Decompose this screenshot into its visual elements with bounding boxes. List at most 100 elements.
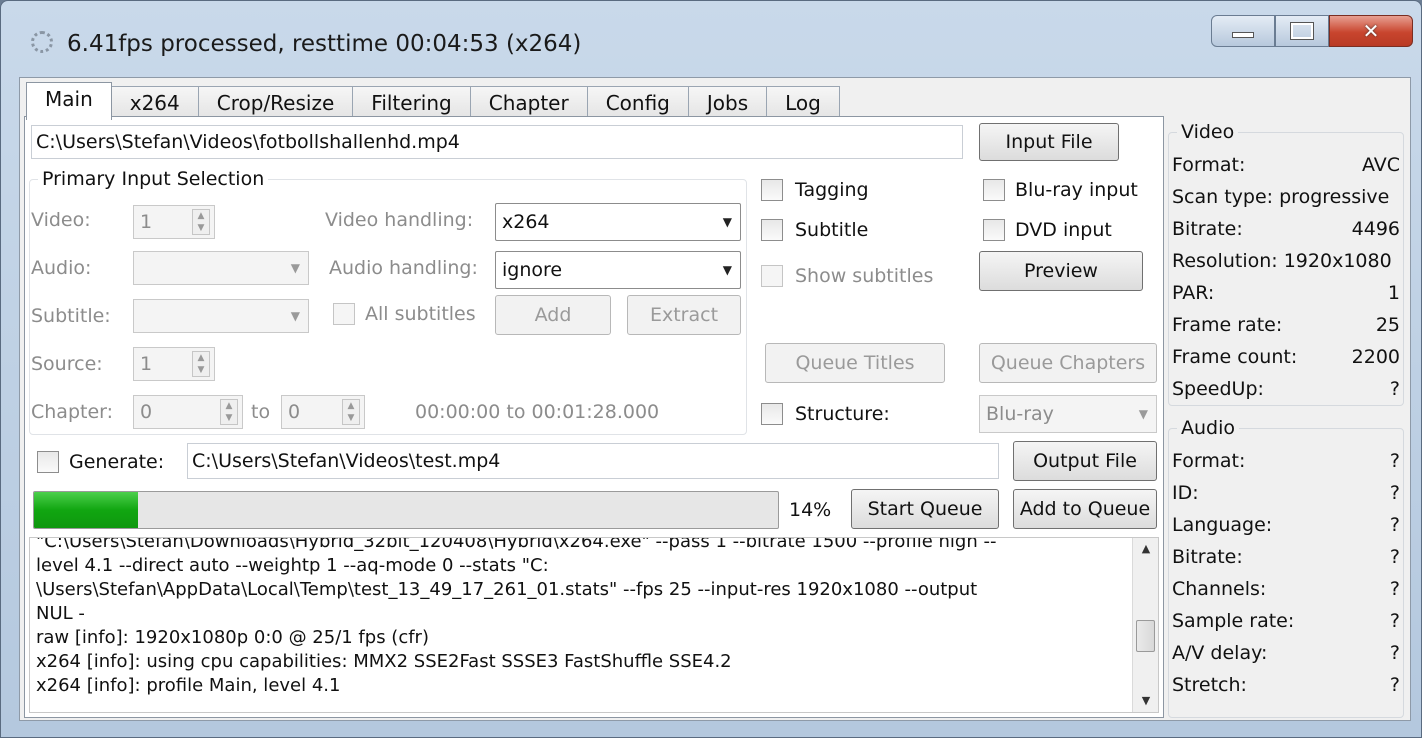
video-handling-combo[interactable]: x264 ▼ (495, 203, 741, 241)
subtitle-track-combo[interactable]: ▼ (133, 299, 309, 333)
generate-label: Generate: (69, 451, 165, 473)
info-value: ? (1389, 482, 1400, 504)
generate-checkbox[interactable] (37, 451, 59, 473)
subtitle-checkbox[interactable] (761, 219, 783, 241)
title-bar[interactable]: 6.41fps processed, resttime 00:04:53 (x2… (1, 1, 1421, 77)
log-output[interactable]: "C:\Users\Stefan\Downloads\Hybrid_32bit_… (29, 537, 1159, 713)
bluray-input-checkbox[interactable] (983, 179, 1005, 201)
video-info-title: Video (1177, 121, 1239, 143)
progress-percent: 14% (789, 499, 832, 521)
tab-chapter[interactable]: Chapter (469, 86, 588, 120)
video-track-value: 1 (140, 211, 153, 233)
video-info-row: Resolution: 1920x1080 (1172, 250, 1400, 272)
info-value: 4496 (1351, 218, 1400, 240)
video-info-row: Frame rate: 25 (1172, 314, 1400, 336)
extract-subtitle-button[interactable]: Extract (627, 295, 741, 335)
maximize-button[interactable] (1275, 15, 1329, 47)
minimize-button[interactable] (1211, 15, 1275, 47)
log-line: \Users\Stefan\AppData\Local\Temp\test_13… (36, 579, 978, 600)
tab-main[interactable]: Main (26, 82, 112, 120)
tab-jobs[interactable]: Jobs (687, 86, 768, 120)
all-subtitles-checkbox[interactable] (333, 303, 355, 325)
preview-button[interactable]: Preview (979, 251, 1143, 291)
audio-label: Audio: (31, 257, 92, 279)
video-info-panel: Video Format: AVC Scan type: progressive … (1168, 121, 1404, 408)
add-subtitle-button[interactable]: Add (495, 295, 611, 335)
queue-titles-button[interactable]: Queue Titles (765, 343, 945, 383)
subtitle-label: Subtitle: (31, 305, 111, 327)
tab-crop-resize[interactable]: Crop/Resize (197, 86, 354, 120)
info-label: Scan type: progressive (1172, 186, 1390, 208)
audio-handling-combo[interactable]: ignore ▼ (495, 251, 741, 289)
audio-info-row: Sample rate:? (1172, 610, 1400, 632)
video-info-row: SpeedUp:? (1172, 378, 1400, 400)
tab-config[interactable]: Config (586, 86, 689, 120)
audio-info-row: Stretch:? (1172, 674, 1400, 696)
info-label: Channels: (1172, 578, 1267, 600)
chapter-time-range: 00:00:00 to 00:01:28.000 (415, 401, 660, 423)
dropdown-arrow-icon: ▼ (290, 261, 300, 275)
input-file-button[interactable]: Input File (979, 123, 1119, 161)
scroll-thumb[interactable] (1136, 620, 1155, 652)
log-line: "C:\Users\Stefan\Downloads\Hybrid_32bit_… (36, 537, 997, 552)
structure-checkbox[interactable] (761, 403, 783, 425)
tagging-checkbox[interactable] (761, 179, 783, 201)
window-title: 6.41fps processed, resttime 00:04:53 (x2… (67, 31, 582, 57)
encode-progress-bar (33, 491, 779, 529)
show-subtitles-checkbox[interactable] (761, 265, 783, 287)
tab-filtering[interactable]: Filtering (352, 86, 471, 120)
dropdown-arrow-icon: ▼ (290, 309, 300, 323)
spinner-arrows-icon[interactable]: ▲ ▼ (220, 399, 238, 425)
output-file-button[interactable]: Output File (1013, 441, 1157, 481)
spinner-arrows-icon[interactable]: ▲ ▼ (342, 399, 360, 425)
add-to-queue-button[interactable]: Add to Queue (1013, 489, 1157, 529)
audio-track-combo[interactable]: ▼ (133, 251, 309, 285)
chapter-to-spinner[interactable]: 0 ▲ ▼ (281, 395, 365, 429)
chapter-from-spinner[interactable]: 0 ▲ ▼ (133, 395, 243, 429)
info-value: 2200 (1351, 346, 1400, 368)
audio-info-row: ID:? (1172, 482, 1400, 504)
primary-input-group-title: Primary Input Selection (38, 168, 269, 190)
video-info-row: Scan type: progressive (1172, 186, 1400, 208)
chapter-from-value: 0 (140, 401, 153, 423)
video-info-row: Bitrate: 4496 (1172, 218, 1400, 240)
caption-buttons: ✕ (1211, 15, 1413, 49)
output-path-field[interactable]: C:\Users\Stefan\Videos\test.mp4 (187, 443, 999, 479)
spinner-arrows-icon[interactable]: ▲ ▼ (192, 209, 210, 235)
scroll-up-icon[interactable]: ▲ (1133, 538, 1158, 560)
close-button[interactable]: ✕ (1329, 15, 1413, 47)
info-label: ID: (1172, 482, 1199, 504)
tab-x264[interactable]: x264 (110, 86, 199, 120)
dropdown-arrow-icon: ▼ (722, 263, 732, 277)
queue-chapters-button[interactable]: Queue Chapters (979, 343, 1157, 383)
info-label: SpeedUp: (1172, 378, 1264, 400)
log-scrollbar[interactable]: ▲ ▼ (1132, 538, 1158, 712)
info-label: Format: (1172, 450, 1246, 472)
all-subtitles-label: All subtitles (365, 303, 476, 325)
audio-handling-value: ignore (502, 259, 563, 281)
input-path-field[interactable]: C:\Users\Stefan\Videos\fotbollshallenhd.… (31, 125, 963, 159)
log-line: level 4.1 --direct auto --weightp 1 --aq… (36, 555, 549, 576)
video-handling-value: x264 (502, 211, 550, 233)
video-track-spinner[interactable]: 1 ▲ ▼ (133, 205, 215, 239)
info-label: Bitrate: (1172, 218, 1243, 240)
info-value: ? (1389, 610, 1400, 632)
tab-bar: Main x264 Crop/Resize Filtering Chapter … (26, 82, 840, 120)
source-spinner[interactable]: 1 ▲ ▼ (133, 347, 215, 381)
tagging-label: Tagging (795, 179, 869, 201)
dropdown-arrow-icon: ▼ (1138, 407, 1148, 421)
info-value: 25 (1375, 314, 1400, 336)
tab-log[interactable]: Log (766, 86, 840, 120)
info-label: Language: (1172, 514, 1273, 536)
scroll-down-icon[interactable]: ▼ (1133, 690, 1158, 712)
maximize-icon (1290, 22, 1314, 40)
info-value: ? (1389, 378, 1400, 400)
dvd-input-checkbox[interactable] (983, 219, 1005, 241)
audio-info-row: Language:? (1172, 514, 1400, 536)
start-queue-button[interactable]: Start Queue (851, 489, 999, 529)
structure-combo[interactable]: Blu-ray ▼ (979, 395, 1157, 433)
info-label: Sample rate: (1172, 610, 1295, 632)
spinner-arrows-icon[interactable]: ▲ ▼ (192, 351, 210, 377)
video-label: Video: (31, 209, 91, 231)
video-info-row: Frame count: 2200 (1172, 346, 1400, 368)
